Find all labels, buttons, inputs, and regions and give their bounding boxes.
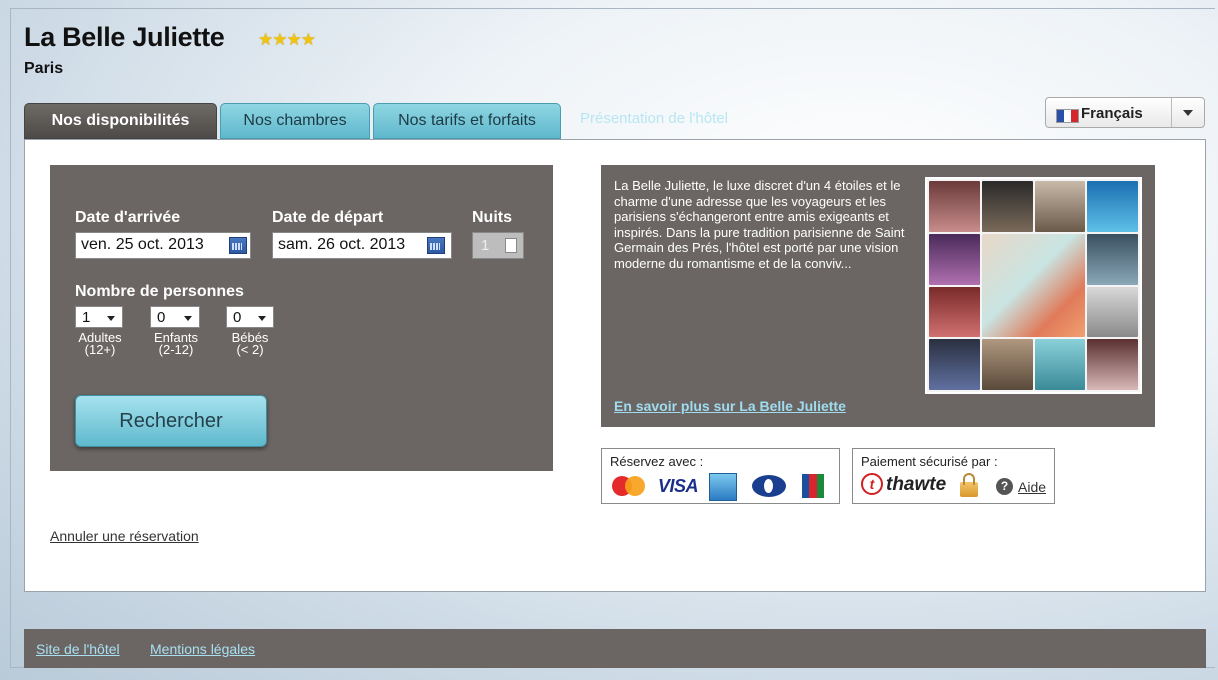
arrival-date-value: ven. 25 oct. 2013 — [81, 236, 204, 253]
tab-availability[interactable]: Nos disponibilités — [24, 103, 217, 139]
lock-icon — [960, 473, 978, 497]
calendar-icon[interactable] — [427, 237, 445, 254]
footer-bar: Site de l'hôtel Mentions légales — [24, 629, 1206, 668]
tab-rooms[interactable]: Nos chambres — [220, 103, 370, 139]
amex-icon — [709, 473, 737, 501]
book-with-label: Réservez avec : — [610, 454, 704, 469]
children-value: 0 — [157, 309, 166, 326]
hotel-name: La Belle Juliette — [24, 22, 225, 52]
french-flag-icon — [1056, 109, 1079, 123]
babies-value: 0 — [233, 309, 242, 326]
arrival-date-field[interactable]: ven. 25 oct. 2013 — [75, 232, 251, 259]
learn-more-link[interactable]: En savoir plus sur La Belle Juliette — [614, 398, 846, 414]
children-select[interactable]: 0 — [150, 306, 200, 328]
legal-notice-link[interactable]: Mentions légales — [150, 641, 255, 657]
departure-label: Date de départ — [272, 209, 384, 226]
language-dropdown-button[interactable] — [1171, 98, 1204, 127]
arrival-label: Date d'arrivée — [75, 209, 181, 226]
chevron-down-icon — [1183, 110, 1193, 116]
departure-date-field[interactable]: sam. 26 oct. 2013 — [272, 232, 452, 259]
chevron-down-icon — [107, 316, 115, 321]
secure-payment-box: Paiement sécurisé par : t thawte ? Aide — [852, 448, 1055, 504]
nights-value: 1 — [481, 237, 490, 254]
adults-value: 1 — [82, 309, 91, 326]
secure-payment-label: Paiement sécurisé par : — [861, 454, 998, 469]
nights-field: 1 — [472, 232, 524, 259]
search-button[interactable]: Rechercher — [75, 395, 267, 447]
thawte-logo-text: thawte — [886, 474, 947, 495]
chevron-down-icon — [258, 316, 266, 321]
babies-select[interactable]: 0 — [226, 306, 274, 328]
hotel-stars: ★★★★ — [258, 30, 316, 49]
diners-icon — [752, 475, 786, 497]
hotel-photo-collage[interactable] — [925, 177, 1142, 394]
persons-label: Nombre de personnes — [75, 283, 244, 300]
hotel-city: Paris — [24, 60, 64, 77]
language-label: Français — [1081, 105, 1143, 122]
tab-hotel-presentation[interactable]: Présentation de l'hôtel — [580, 110, 728, 127]
departure-date-value: sam. 26 oct. 2013 — [278, 236, 406, 253]
language-select[interactable]: Français — [1045, 97, 1205, 128]
hotel-description: La Belle Juliette, le luxe discret d'un … — [614, 178, 905, 271]
visa-icon: VISA — [658, 476, 699, 496]
adults-select[interactable]: 1 — [75, 306, 123, 328]
nights-spinner-icon — [505, 238, 517, 253]
thawte-logo-icon: t — [861, 473, 883, 495]
calendar-icon[interactable] — [229, 237, 247, 254]
adults-caption: Adultes (12+) — [78, 330, 122, 357]
cancel-reservation-link[interactable]: Annuler une réservation — [50, 528, 199, 544]
babies-caption: Bébés (< 2) — [231, 330, 269, 357]
chevron-down-icon — [184, 316, 192, 321]
hotel-site-link[interactable]: Site de l'hôtel — [36, 641, 120, 657]
tab-rates[interactable]: Nos tarifs et forfaits — [373, 103, 561, 139]
help-icon[interactable]: ? — [996, 478, 1013, 495]
payment-cards-box: Réservez avec : VISA — [601, 448, 840, 504]
mastercard-icon — [612, 476, 646, 496]
jcb-icon — [802, 474, 824, 498]
nights-label: Nuits — [472, 209, 512, 226]
children-caption: Enfants (2-12) — [153, 330, 199, 357]
help-link[interactable]: Aide — [1018, 479, 1046, 495]
